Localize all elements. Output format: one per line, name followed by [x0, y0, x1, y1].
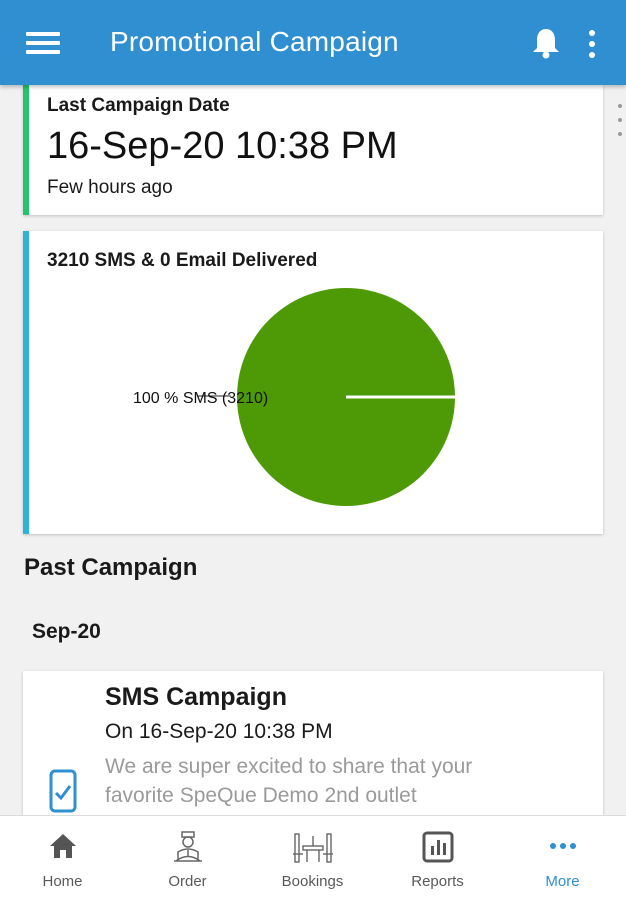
delivery-chart-card: 3210 SMS & 0 Email Delivered 100 % SMS (… [23, 231, 603, 534]
nav-item-home[interactable]: Home [0, 816, 125, 900]
nav-item-order[interactable]: Order [125, 816, 250, 900]
nav-item-bookings[interactable]: Bookings [250, 816, 375, 900]
pie-chart: 100 % SMS (3210) [133, 288, 455, 506]
last-campaign-label: Last Campaign Date [47, 95, 230, 116]
last-campaign-date: 16-Sep-20 10:38 PM [47, 125, 398, 167]
hamburger-menu-icon[interactable] [26, 30, 62, 58]
campaign-date: On 16-Sep-20 10:38 PM [105, 720, 333, 743]
last-campaign-card: Last Campaign Date 16-Sep-20 10:38 PM Fe… [23, 85, 603, 215]
more-horizontal-icon [549, 843, 576, 849]
bell-icon[interactable] [530, 26, 562, 60]
more-vertical-icon[interactable] [584, 28, 600, 60]
nav-label-order: Order [168, 873, 207, 890]
waiter-icon [173, 831, 202, 862]
past-campaign-heading: Past Campaign [24, 554, 198, 581]
nav-item-more[interactable]: More [500, 816, 625, 900]
nav-label-reports: Reports [411, 873, 464, 890]
reports-icon [422, 831, 453, 863]
page-title: Promotional Campaign [110, 26, 399, 57]
campaign-message: We are super excited to share that your … [105, 755, 473, 807]
scroll-handle[interactable] [614, 100, 626, 140]
nav-label-home: Home [42, 873, 83, 890]
campaign-title: SMS Campaign [105, 683, 287, 711]
month-heading: Sep-20 [32, 620, 101, 643]
sms-campaign-card[interactable]: SMS Campaign On 16-Sep-20 10:38 PM We ar… [23, 671, 603, 831]
last-campaign-relative-time: Few hours ago [47, 177, 173, 198]
table-booking-icon [292, 833, 333, 863]
phone-check-icon [45, 769, 79, 815]
pie-slice-label: 100 % SMS (3210) [133, 390, 268, 407]
bottom-navigation: Home Order Bookings Reports More [0, 815, 626, 900]
nav-label-more: More [545, 873, 580, 890]
app-bar: Promotional Campaign [0, 0, 626, 85]
home-icon [49, 834, 76, 858]
nav-label-bookings: Bookings [281, 873, 344, 890]
nav-item-reports[interactable]: Reports [375, 816, 500, 900]
